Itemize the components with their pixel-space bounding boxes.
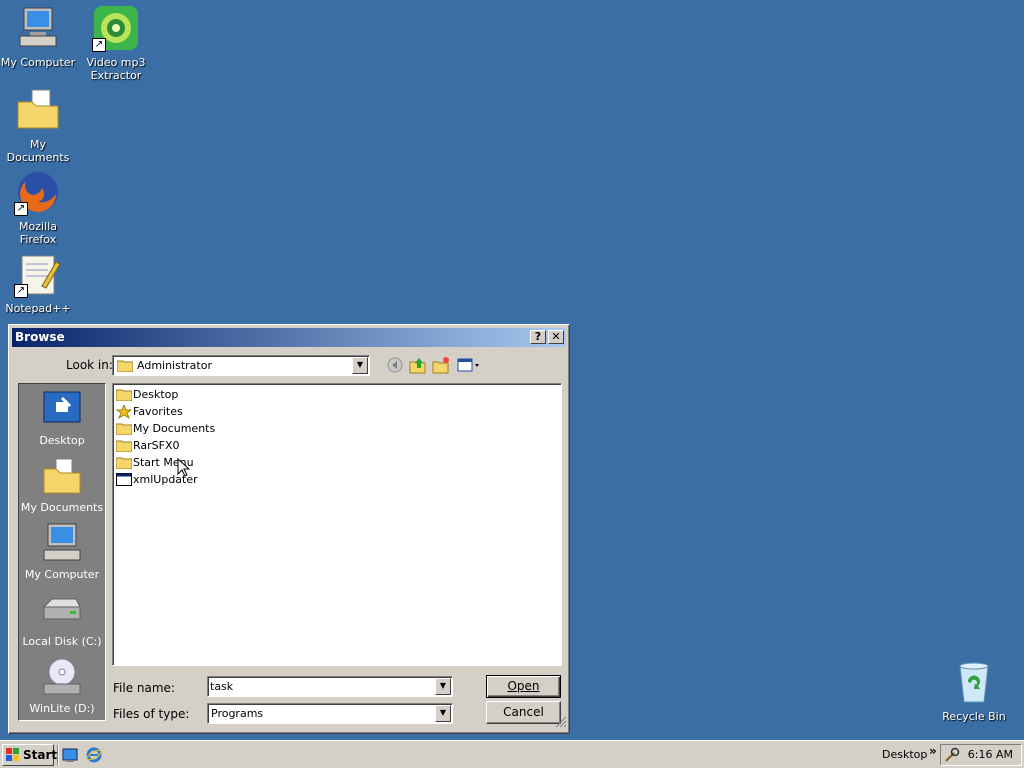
my-documents-icon (40, 455, 84, 499)
desktop-icon-label: Mozilla Firefox (19, 220, 57, 246)
folder-icon (115, 439, 133, 453)
file-name: My Documents (133, 422, 216, 435)
firefox-icon: ↗ (14, 168, 62, 216)
desktop-icon-firefox[interactable]: ↗ Mozilla Firefox (0, 168, 76, 246)
notepadpp-icon: ↗ (14, 250, 62, 298)
local-disk-icon (40, 589, 84, 633)
close-button[interactable]: ✕ (548, 330, 564, 344)
list-item[interactable]: My Documents (115, 420, 215, 437)
desktop-icon-recycle-bin[interactable]: Recycle Bin (936, 658, 1012, 723)
quick-launch-divider (57, 745, 59, 765)
desktop-icon-label: Recycle Bin (942, 710, 1006, 723)
list-item[interactable]: Favorites (115, 403, 183, 420)
desktop-icon-notepadpp[interactable]: ↗ Notepad++ (0, 250, 76, 315)
list-item[interactable]: Desktop (115, 386, 178, 403)
desktop-icon-label: Video mp3 Extractor (86, 56, 146, 82)
place-label: Desktop (39, 434, 85, 447)
shortcut-arrow-icon: ↗ (14, 284, 28, 298)
folder-icon (116, 359, 134, 375)
clock[interactable]: 6:16 AM (968, 748, 1013, 761)
file-list[interactable]: Desktop Favorites My Documents RarSFX0 S… (112, 383, 562, 666)
file-name-input[interactable] (210, 679, 430, 694)
my-computer-icon (14, 4, 62, 52)
up-one-level-icon[interactable] (409, 356, 427, 377)
dialog-title: Browse (15, 330, 65, 344)
look-in-value: Administrator (137, 359, 212, 372)
place-local-disk-c[interactable]: Local Disk (C:) (19, 589, 105, 648)
file-type-dropdown-arrow[interactable]: ▼ (435, 705, 451, 722)
place-label: My Documents (20, 501, 104, 514)
file-type-label: Files of type: (113, 707, 190, 721)
system-tray: 6:16 AM (940, 744, 1022, 766)
video-mp3-extractor-icon: ↗ (92, 4, 140, 52)
folder-icon (115, 422, 133, 436)
cd-drive-icon (40, 656, 84, 700)
internet-explorer-icon[interactable] (86, 747, 102, 766)
application-icon (116, 473, 132, 486)
folder-icon (115, 456, 133, 470)
recycle-bin-icon (950, 658, 998, 706)
help-button[interactable]: ? (530, 330, 546, 344)
desktop-icon-label: My Computer (0, 56, 76, 69)
look-in-combo[interactable]: Administrator ▼ (112, 355, 370, 376)
place-my-computer[interactable]: My Computer (19, 522, 105, 581)
file-type-value: Programs (211, 707, 264, 720)
desktop-icon-label: Notepad++ (5, 302, 71, 315)
browse-dialog: Browse ? ✕ Look in: Administrator ▼ Desk… (8, 324, 570, 734)
place-my-documents[interactable]: My Documents (19, 455, 105, 514)
place-label: Local Disk (C:) (22, 635, 102, 648)
cancel-button-label: Cancel (503, 705, 544, 719)
my-documents-icon (14, 86, 62, 134)
look-in-label: Look in: (66, 358, 113, 372)
help-icon: ? (534, 330, 542, 343)
my-computer-icon (40, 522, 84, 566)
windows-logo-icon (6, 748, 20, 768)
file-name-dropdown-arrow[interactable]: ▼ (435, 678, 451, 695)
back-icon[interactable] (387, 357, 403, 376)
shortcut-arrow-icon: ↗ (14, 202, 28, 216)
toolbar-chevron-icon[interactable]: » (929, 744, 937, 758)
open-button-label: Open (507, 679, 540, 693)
view-menu-icon[interactable] (457, 357, 481, 376)
shortcut-arrow-icon: ↗ (92, 38, 106, 52)
desktop-toolbar-label[interactable]: Desktop (882, 748, 927, 761)
desktop-icon (40, 388, 84, 432)
resize-grip-icon[interactable] (555, 716, 567, 731)
tray-network-icon[interactable] (944, 747, 960, 768)
place-winlite-d[interactable]: WinLite (D:) (19, 656, 105, 715)
cancel-button[interactable]: Cancel (486, 701, 561, 724)
places-bar: Desktop My Documents My Computer Local D… (18, 383, 106, 721)
desktop-icon-my-documents[interactable]: My Documents (0, 86, 76, 164)
file-name: Favorites (133, 405, 183, 418)
dialog-titlebar[interactable]: Browse ? ✕ (12, 328, 566, 347)
desktop-icon-my-computer[interactable]: My Computer (0, 4, 76, 69)
open-button[interactable]: Open (486, 675, 561, 698)
start-button[interactable]: Start (2, 744, 58, 768)
look-in-dropdown-arrow[interactable]: ▼ (352, 357, 368, 374)
file-name: Desktop (133, 388, 179, 401)
favorites-star-icon (115, 403, 133, 420)
close-icon: ✕ (551, 330, 561, 343)
place-label: My Computer (24, 568, 100, 581)
taskbar: Start Desktop » 6:16 AM (0, 740, 1024, 768)
desktop-icon-video-mp3-extractor[interactable]: ↗ Video mp3 Extractor (78, 4, 154, 82)
mouse-cursor-icon (177, 457, 191, 481)
show-desktop-icon[interactable] (62, 747, 78, 766)
file-type-select[interactable]: Programs ▼ (207, 703, 453, 724)
file-name: RarSFX0 (133, 439, 180, 452)
place-desktop[interactable]: Desktop (19, 388, 105, 447)
new-folder-icon[interactable] (432, 356, 450, 377)
file-name-combo[interactable]: ▼ (207, 676, 453, 697)
start-label: Start (23, 748, 58, 762)
list-item[interactable]: RarSFX0 (115, 437, 180, 454)
desktop-icon-label: My Documents (6, 138, 70, 164)
place-label: WinLite (D:) (29, 702, 95, 715)
file-name-label: File name: (113, 681, 175, 695)
folder-icon (115, 388, 133, 402)
